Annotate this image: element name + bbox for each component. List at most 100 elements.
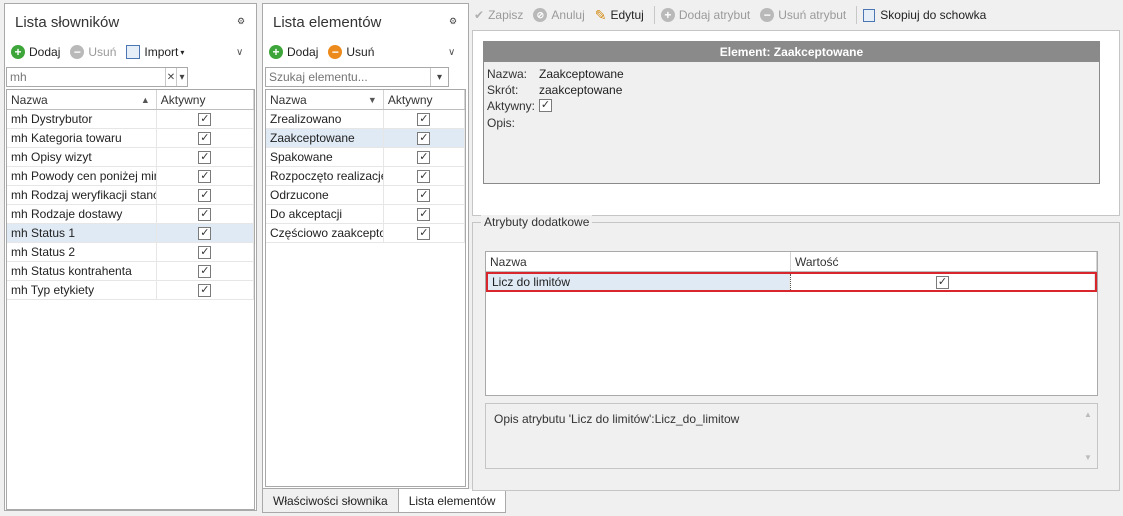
active-checkbox[interactable]: ✓	[417, 150, 431, 164]
name-cell: Częściowo zaakcepto...	[266, 224, 384, 242]
active-cell: ✓	[157, 243, 254, 261]
table-row[interactable]: mh Rodzaje dostawy ✓	[7, 205, 254, 224]
import-button[interactable]: Import ▾	[126, 41, 184, 63]
clear-filter-icon[interactable]: ✕	[165, 68, 176, 86]
column-header-attr-value[interactable]: Wartość	[791, 252, 1097, 271]
attribute-row[interactable]: Licz do limitów ✓	[486, 272, 1097, 292]
table-row[interactable]: mh Typ etykiety ✓	[7, 281, 254, 300]
table-row[interactable]: mh Dystrybutor ✓	[7, 110, 254, 129]
active-checkbox[interactable]: ✓	[417, 131, 431, 145]
attributes-group-title: Atrybuty dodatkowe	[481, 215, 593, 229]
remove-element-button[interactable]: − Usuń	[328, 41, 374, 63]
remove-dictionary-label: Usuń	[88, 45, 117, 59]
cancel-button[interactable]: ⊘ Anuluj	[533, 4, 585, 26]
column-header-active[interactable]: Aktywny	[157, 90, 254, 109]
table-row[interactable]: Rozpoczęto realizacje ✓	[266, 167, 465, 186]
active-checkbox[interactable]: ✓	[417, 169, 431, 183]
active-checkbox[interactable]: ✓	[417, 112, 431, 126]
table-row[interactable]: mh Status 1 ✓	[7, 224, 254, 243]
column-header-name[interactable]: Nazwa ▼	[266, 90, 384, 109]
active-checkbox[interactable]: ✓	[417, 226, 431, 240]
active-checkbox[interactable]: ✓	[198, 150, 212, 164]
active-checkbox[interactable]: ✓	[198, 245, 212, 259]
name-cell: mh Kategoria towaru	[7, 129, 157, 147]
active-checkbox[interactable]: ✓	[539, 99, 552, 112]
active-label: Aktywny:	[487, 99, 536, 113]
bottom-tabs: Właściwości słownika Lista elementów	[262, 489, 507, 513]
active-checkbox[interactable]: ✓	[198, 169, 212, 183]
table-row[interactable]: Spakowane ✓	[266, 148, 465, 167]
active-checkbox[interactable]: ✓	[198, 131, 212, 145]
dictionary-filter: ✕ ▾	[6, 67, 188, 87]
active-cell: ✓	[384, 205, 465, 223]
attribute-name: Licz do limitów	[492, 275, 571, 289]
dropdown-arrow-icon: ▾	[180, 47, 185, 57]
active-checkbox[interactable]: ✓	[198, 112, 212, 126]
active-checkbox[interactable]: ✓	[417, 188, 431, 202]
active-checkbox[interactable]: ✓	[198, 207, 212, 221]
add-icon: +	[660, 8, 675, 22]
name-cell: mh Status kontrahenta	[7, 262, 157, 280]
name-cell: mh Opisy wizyt	[7, 148, 157, 166]
table-row[interactable]: mh Kategoria towaru ✓	[7, 129, 254, 148]
save-button[interactable]: ✔ Zapisz	[474, 4, 523, 26]
active-checkbox[interactable]: ✓	[198, 188, 212, 202]
column-name-label: Nazwa	[270, 92, 307, 107]
chevron-down-icon[interactable]: ∨	[236, 47, 246, 58]
remove-attribute-button[interactable]: − Usuń atrybut	[760, 4, 846, 26]
remove-dictionary-button[interactable]: − Usuń	[70, 41, 116, 63]
save-label: Zapisz	[488, 8, 524, 22]
desc-label: Opis:	[487, 116, 516, 130]
attributes-grid-header: Nazwa Wartość	[486, 252, 1097, 272]
active-checkbox[interactable]: ✓	[198, 283, 212, 297]
element-details: Element: Zaakceptowane Nazwa: Zaakceptow…	[483, 41, 1100, 184]
sort-asc-icon: ▲	[140, 94, 150, 105]
edit-button[interactable]: ✎ Edytuj	[595, 4, 644, 26]
scroll-up-icon[interactable]: ▲	[1084, 410, 1092, 419]
chevron-down-icon[interactable]: ∨	[448, 47, 458, 58]
column-name-label: Nazwa	[11, 92, 48, 107]
column-header-active[interactable]: Aktywny	[384, 90, 465, 109]
search-dropdown-icon[interactable]: ▾	[430, 68, 448, 86]
table-row[interactable]: mh Status 2 ✓	[7, 243, 254, 262]
filter-dropdown-icon[interactable]: ▾	[176, 68, 187, 86]
copy-to-clipboard-button[interactable]: Skopiuj do schowka	[863, 4, 986, 26]
attr-value-column-label: Wartość	[795, 254, 839, 269]
pin-icon[interactable]: ⚙	[448, 16, 458, 26]
scroll-down-icon[interactable]: ▼	[1084, 453, 1092, 462]
attribute-value-checkbox[interactable]: ✓	[936, 275, 949, 289]
table-row[interactable]: Zrealizowano ✓	[266, 110, 465, 129]
column-header-name[interactable]: Nazwa ▲	[7, 90, 157, 109]
table-row[interactable]: Do akceptacji ✓	[266, 205, 465, 224]
add-attribute-button[interactable]: + Dodaj atrybut	[660, 4, 750, 26]
add-element-button[interactable]: + Dodaj	[269, 41, 318, 63]
pin-icon[interactable]: ⚙	[236, 16, 246, 26]
tab-element-list[interactable]: Lista elementów	[397, 489, 507, 513]
table-row[interactable]: mh Status kontrahenta ✓	[7, 262, 254, 281]
add-dictionary-button[interactable]: + Dodaj	[11, 41, 60, 63]
dictionary-filter-input[interactable]	[7, 68, 165, 86]
table-row[interactable]: mh Powody cen poniżej mini... ✓	[7, 167, 254, 186]
table-row[interactable]: Zaakceptowane ✓	[266, 129, 465, 148]
table-row[interactable]: mh Opisy wizyt ✓	[7, 148, 254, 167]
attribute-description-text: Opis atrybutu 'Licz do limitów':Licz_do_…	[494, 412, 740, 426]
remove-icon: −	[328, 45, 343, 59]
column-header-attr-name[interactable]: Nazwa	[486, 252, 791, 271]
attribute-value-cell[interactable]: ✓	[790, 274, 1095, 290]
active-checkbox[interactable]: ✓	[417, 207, 431, 221]
active-cell: ✓	[384, 167, 465, 185]
active-checkbox[interactable]: ✓	[198, 226, 212, 240]
element-search-input[interactable]	[266, 68, 430, 86]
name-cell: Zrealizowano	[266, 110, 384, 128]
table-row[interactable]: Częściowo zaakcepto... ✓	[266, 224, 465, 243]
active-cell: ✓	[157, 224, 254, 242]
active-cell: ✓	[157, 186, 254, 204]
add-icon: +	[11, 45, 25, 59]
tab-dictionary-properties[interactable]: Właściwości słownika	[262, 489, 399, 513]
description-scrollbar[interactable]: ▲ ▼	[1083, 410, 1093, 462]
element-panel-title: Lista elementów	[273, 14, 382, 31]
table-row[interactable]: Odrzucone ✓	[266, 186, 465, 205]
name-value: Zaakceptowane	[539, 67, 624, 81]
table-row[interactable]: mh Rodzaj weryfikacji stanów ✓	[7, 186, 254, 205]
active-checkbox[interactable]: ✓	[198, 264, 212, 278]
